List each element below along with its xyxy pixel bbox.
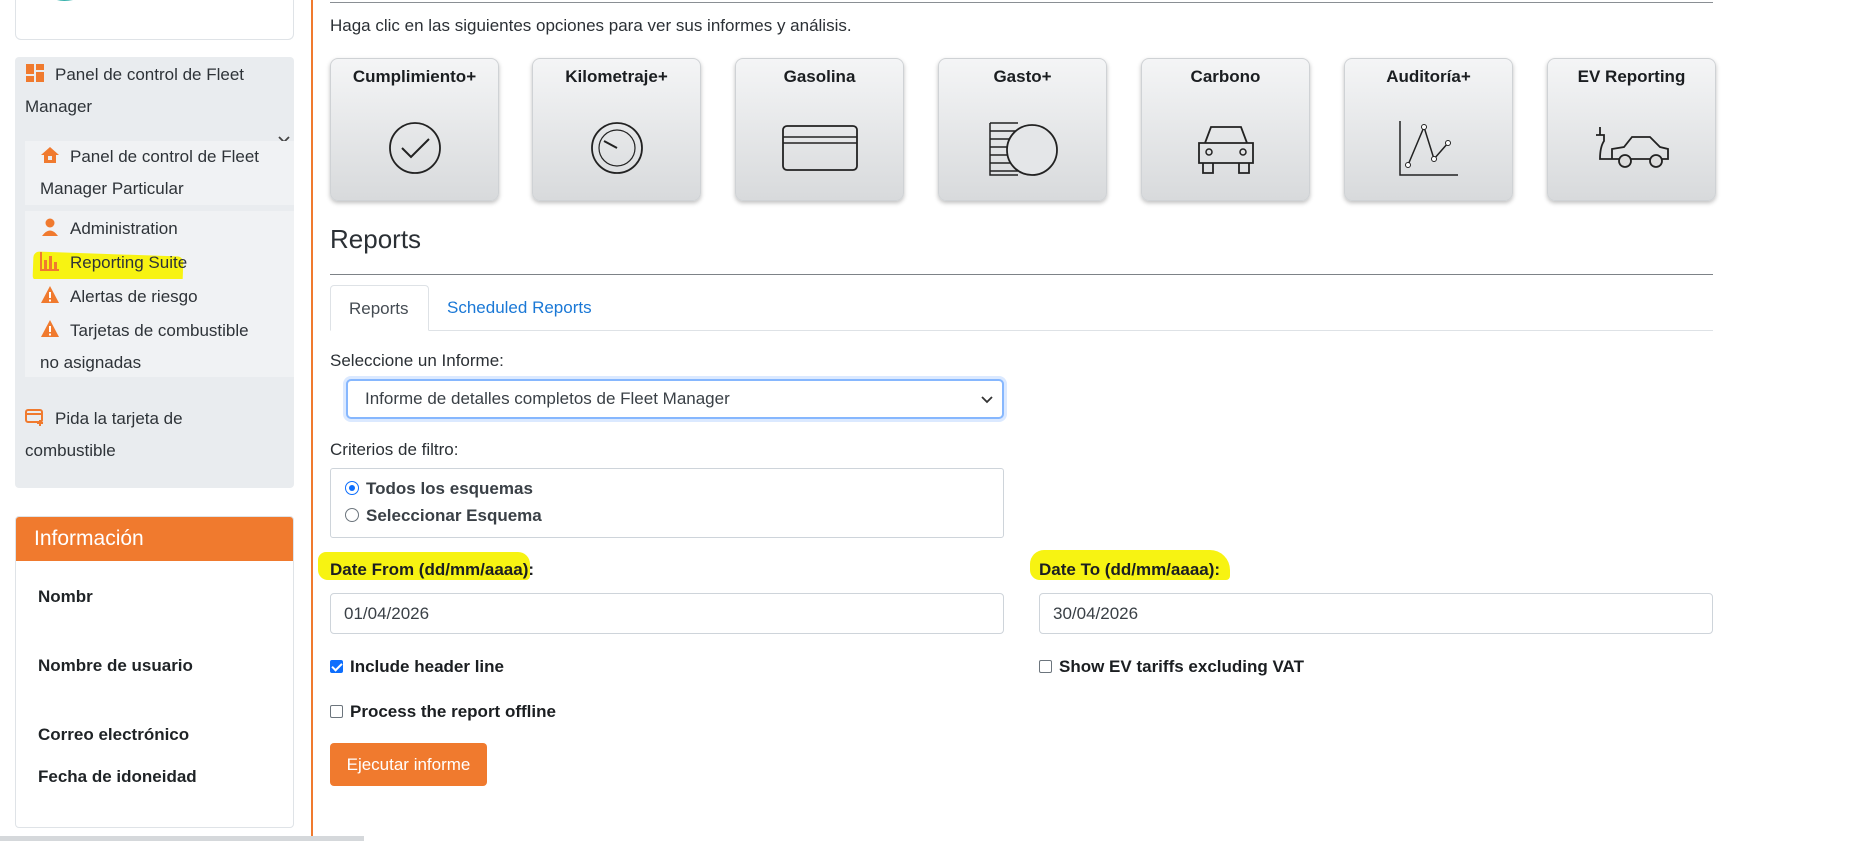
tile-carbon[interactable]: Carbono xyxy=(1141,58,1310,201)
offline-checkbox-row[interactable]: Process the report offline xyxy=(330,702,556,722)
tile-mileage[interactable]: Kilometraje+ xyxy=(532,58,701,201)
sidebar-item-label: Panel de control de Fleet xyxy=(55,65,245,84)
app-root: Panel de control de Fleet Manager Panel … xyxy=(0,0,1849,841)
ev-car-icon xyxy=(1595,127,1669,168)
radio-button[interactable] xyxy=(345,481,359,495)
sidebar-item-fleet-dashboard[interactable]: Panel de control de Fleet Manager xyxy=(25,59,285,123)
dashboard-icon xyxy=(26,64,44,82)
sidebar-item-label: Manager xyxy=(25,97,93,116)
user-icon xyxy=(42,218,58,236)
section-divider xyxy=(330,274,1713,275)
tile-label: Gasto+ xyxy=(993,67,1052,86)
sidebar-item-personal-dashboard[interactable]: Panel de control de Fleet Manager Partic… xyxy=(40,141,290,205)
sidebar-item-label: Administration xyxy=(70,219,178,238)
include-header-checkbox[interactable] xyxy=(330,660,343,673)
tile-label: Gasolina xyxy=(783,67,856,86)
radio-all-schemes[interactable]: Todos los esquemas xyxy=(345,479,533,499)
sidebar-item-label: Tarjetas de combustible xyxy=(70,321,249,340)
report-select[interactable]: Informe de detalles completos de Fleet M… xyxy=(346,379,1004,419)
sidebar: Panel de control de Fleet Manager Panel … xyxy=(0,0,310,841)
home-icon xyxy=(41,147,59,163)
sidebar-item-label: Manager Particular xyxy=(40,179,184,198)
bar-chart-icon xyxy=(40,252,59,271)
tile-label: Carbono xyxy=(1190,67,1261,86)
horizontal-scrollbar[interactable] xyxy=(0,836,364,841)
speedometer-icon xyxy=(590,122,643,174)
section-title: Reports xyxy=(330,224,422,254)
card-plus-icon xyxy=(25,409,43,426)
offline-checkbox[interactable] xyxy=(330,705,343,718)
line-chart-icon xyxy=(1398,121,1458,176)
run-report-button[interactable]: Ejecutar informe xyxy=(330,743,487,786)
sidebar-item-risk-alerts[interactable]: Alertas de riesgo xyxy=(40,281,198,313)
checkbox-label: Process the report offline xyxy=(350,702,556,721)
sidebar-item-label: Panel de control de Fleet xyxy=(70,147,260,166)
tile-label: Kilometraje+ xyxy=(565,67,668,86)
chevron-down-icon xyxy=(981,396,993,404)
info-field-email: Correo electrónico xyxy=(38,725,190,744)
tile-compliance[interactable]: Cumplimiento+ xyxy=(330,58,499,201)
tile-label: Auditoría+ xyxy=(1386,67,1471,86)
sidebar-item-label: no asignadas xyxy=(40,353,142,372)
logo-icon xyxy=(57,0,73,1)
date-to-input[interactable]: 30/04/2026 xyxy=(1039,593,1713,634)
info-title: Información xyxy=(16,517,293,561)
sidebar-item-administration[interactable]: Administration xyxy=(40,213,178,245)
sidebar-item-reporting-suite[interactable]: Reporting Suite xyxy=(40,247,187,279)
info-field-eligibility-date: Fecha de idoneidad xyxy=(38,767,197,786)
date-to-label: Date To (dd/mm/aaaa): xyxy=(1039,560,1221,579)
tile-ev-reporting[interactable]: EV Reporting xyxy=(1547,58,1716,201)
checkbox-label: Show EV tariffs excluding VAT xyxy=(1059,657,1304,676)
radio-label: Seleccionar Esquema xyxy=(366,506,542,525)
tile-fuel[interactable]: Gasolina xyxy=(735,58,904,201)
radio-button[interactable] xyxy=(345,508,359,522)
report-select-value: Informe de detalles completos de Fleet M… xyxy=(365,389,730,408)
radio-select-scheme[interactable]: Seleccionar Esquema xyxy=(345,506,542,526)
main-content: Haga clic en las siguientes opciones par… xyxy=(318,0,1716,841)
tile-label: Cumplimiento+ xyxy=(352,67,477,86)
intro-text: Haga clic en las siguientes opciones par… xyxy=(330,16,852,35)
tile-label: EV Reporting xyxy=(1577,67,1686,86)
include-header-checkbox-row[interactable]: Include header line xyxy=(330,657,504,677)
credit-card-icon xyxy=(781,125,858,171)
filter-box: Todos los esquemas Seleccionar Esquema xyxy=(330,468,1004,538)
radio-label: Todos los esquemas xyxy=(366,479,533,498)
tile-audit[interactable]: Auditoría+ xyxy=(1344,58,1513,201)
coins-icon xyxy=(988,122,1058,176)
sidebar-item-label: combustible xyxy=(25,441,116,460)
info-card: Información Nombr Nombre de usuario Corr… xyxy=(15,516,294,828)
ev-tariffs-checkbox-row[interactable]: Show EV tariffs excluding VAT xyxy=(1039,657,1304,677)
sidebar-nav: Panel de control de Fleet Manager Panel … xyxy=(15,57,294,488)
check-circle-icon xyxy=(388,122,441,174)
top-divider xyxy=(330,2,1713,3)
filter-criteria-label: Criterios de filtro: xyxy=(330,440,459,459)
sidebar-divider xyxy=(311,0,313,841)
select-report-label: Seleccione un Informe: xyxy=(330,351,504,370)
tab-scheduled-reports[interactable]: Scheduled Reports xyxy=(429,285,610,331)
date-from-label: Date From (dd/mm/aaaa): xyxy=(330,560,535,579)
sidebar-item-label: Alertas de riesgo xyxy=(70,287,198,306)
info-field-name: Nombr xyxy=(38,587,93,606)
date-from-input[interactable]: 01/04/2026 xyxy=(330,593,1004,634)
sidebar-item-order-fuel-card[interactable]: Pida la tarjeta de combustible xyxy=(25,403,285,467)
sidebar-edge xyxy=(0,690,14,710)
sidebar-item-label: Reporting Suite xyxy=(70,253,188,272)
sidebar-item-unassigned-fuel-cards[interactable]: Tarjetas de combustible no asignadas xyxy=(40,315,290,379)
tile-spend[interactable]: Gasto+ xyxy=(938,58,1107,201)
ev-tariffs-checkbox[interactable] xyxy=(1039,660,1052,673)
info-field-username: Nombre de usuario xyxy=(38,656,193,675)
car-front-icon xyxy=(1197,126,1254,174)
warning-icon xyxy=(41,286,59,303)
sidebar-item-label: Pida la tarjeta de xyxy=(55,409,183,428)
checkbox-label: Include header line xyxy=(350,657,504,676)
tab-reports[interactable]: Reports xyxy=(330,285,429,331)
warning-icon xyxy=(41,320,59,337)
